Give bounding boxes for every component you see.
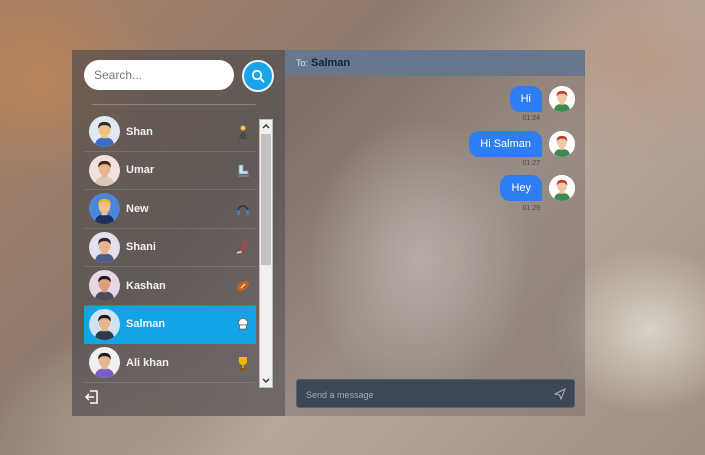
avatar (89, 116, 120, 148)
scroll-down-arrow[interactable] (260, 375, 272, 387)
recipient-name: Salman (311, 57, 351, 69)
message-time: 01:29 (522, 205, 540, 212)
sender-avatar (549, 131, 575, 157)
contact-item-new[interactable]: New (84, 190, 256, 229)
contact-list: Shan Umar New Shani Kashan Salman Ali khan (84, 113, 256, 413)
message-time: 01:24 (522, 115, 540, 122)
scroll-up-arrow[interactable] (260, 120, 272, 132)
divider (92, 104, 256, 105)
person-icon (234, 123, 252, 141)
sender-avatar (549, 86, 575, 112)
message-input[interactable] (304, 380, 548, 409)
search-icon (251, 69, 265, 83)
avatar (89, 193, 120, 225)
avatar (89, 270, 120, 302)
contact-item-kashan[interactable]: Kashan (84, 267, 256, 306)
to-label: To: (296, 58, 309, 68)
scrollbar[interactable] (259, 119, 273, 388)
message-row: Hi (509, 86, 575, 112)
avatar (89, 347, 120, 379)
message-bubble: Hi Salman (469, 131, 542, 157)
logout-icon (84, 390, 98, 404)
contact-item-ali-khan[interactable]: Ali khan (84, 344, 256, 383)
logout-button[interactable] (84, 389, 100, 405)
contact-item-shani[interactable]: Shani (84, 229, 256, 267)
avatar (89, 308, 120, 340)
hockey-stick-icon (234, 238, 252, 256)
chevron-down-icon (262, 378, 270, 383)
contact-name: Shani (126, 241, 156, 254)
contact-item-salman[interactable]: Salman (84, 305, 256, 344)
chat-panel: To: Salman Hi 01:24 Hi Salman 01:27 Hey … (285, 50, 585, 416)
message-time: 01:27 (522, 160, 540, 167)
contact-name: Shan (126, 125, 153, 138)
search-button[interactable] (242, 60, 274, 92)
chevron-up-icon (262, 124, 270, 129)
trophy-icon (234, 354, 252, 372)
scroll-thumb[interactable] (261, 134, 271, 265)
message-row: Hey (500, 175, 575, 201)
ice-skate-icon (234, 161, 252, 179)
avatar (89, 231, 120, 263)
search-input[interactable] (84, 60, 234, 90)
contact-name: Salman (126, 318, 166, 331)
football-icon (234, 277, 252, 295)
send-button[interactable] (553, 387, 566, 401)
send-icon (553, 387, 566, 401)
avatar (89, 154, 120, 186)
contact-name: New (126, 202, 149, 215)
contact-name: Ali khan (126, 356, 169, 369)
message-bar (296, 379, 575, 409)
message-bubble: Hi (509, 86, 542, 112)
contact-item-shan[interactable]: Shan (84, 113, 256, 152)
sender-avatar (549, 175, 575, 201)
message-row: Hi Salman (469, 131, 575, 157)
chat-header: To: Salman (285, 50, 585, 76)
contacts-panel: Shan Umar New Shani Kashan Salman Ali khan (72, 50, 285, 416)
contact-name: Kashan (126, 279, 166, 292)
message-bubble: Hey (500, 175, 542, 201)
chef-hat-icon (234, 315, 252, 333)
headphones-icon (234, 200, 252, 218)
contact-item-umar[interactable]: Umar (84, 152, 256, 190)
contact-name: Umar (126, 164, 155, 177)
